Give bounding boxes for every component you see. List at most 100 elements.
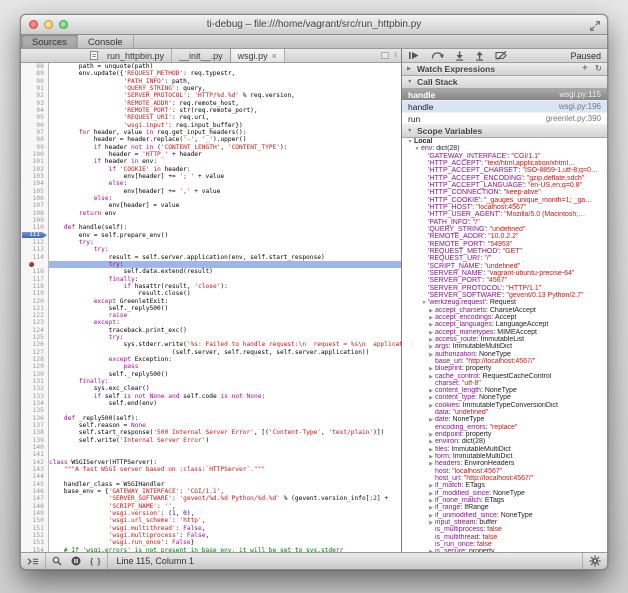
- expander-closed-icon[interactable]: ▶: [427, 483, 435, 489]
- scope-tree-row[interactable]: ▶content_length: NoneType: [402, 387, 607, 394]
- scope-tree-row[interactable]: ▶date: NoneType: [402, 416, 607, 423]
- scope-tree-row[interactable]: ▶args: ImmutableMultiDict: [402, 343, 607, 350]
- code-editor[interactable]: 8889909192939495969798991001011021031041…: [21, 63, 401, 552]
- code-line: result.close(): [49, 290, 401, 297]
- variable-name: 'HTTP_USER_AGENT': [428, 211, 500, 218]
- scope-tree-row[interactable]: ▶accept_mimetypes: MIMEAccept: [402, 329, 607, 336]
- scope-tree-row: 'SERVER_NAME': "vagrant-ubuntu-precise-6…: [402, 270, 607, 277]
- expander-closed-icon[interactable]: ▶: [427, 417, 435, 423]
- minimize-window-button[interactable]: [44, 20, 53, 29]
- scope-tree-row[interactable]: ▶accept_encodings: Accept: [402, 314, 607, 321]
- variable-value: buffer: [479, 519, 497, 526]
- watch-expressions-header[interactable]: ▶ Watch Expressions + ↻: [402, 63, 607, 76]
- code-line: (self.server, self.request, self.server.…: [49, 349, 401, 356]
- variable-name: 'REQUEST_METHOD': [428, 248, 499, 255]
- chevron-down-icon: ▼: [407, 128, 414, 134]
- scope-tree-row[interactable]: ▶cookies: ImmutableTypeConversionDict: [402, 402, 607, 409]
- tab-overflow-box-icon[interactable]: [381, 52, 389, 59]
- expander-closed-icon[interactable]: ▶: [427, 461, 435, 467]
- scope-tree-row[interactable]: ▶accept_charsets: CharsetAccept: [402, 307, 607, 314]
- panel-tab-console[interactable]: Console: [78, 35, 134, 48]
- line-number[interactable]: 110: [21, 224, 48, 231]
- scope-tree-row[interactable]: ▼'werkzeug.request': Request: [402, 299, 607, 306]
- scope-tree-row[interactable]: ▶cache_control: RequestCacheControl: [402, 373, 607, 380]
- scope-variables-header[interactable]: ▼ Scope Variables: [402, 125, 607, 138]
- scope-tree-row[interactable]: ▶blueprint: property: [402, 365, 607, 372]
- add-watch-button[interactable]: +: [582, 65, 588, 73]
- scope-tree-row[interactable]: ▶content_type: NoneType: [402, 394, 607, 401]
- call-stack-header[interactable]: ▼ Call Stack: [402, 76, 607, 89]
- scope-tree-row[interactable]: ▶accept_languages: LanguageAccept: [402, 321, 607, 328]
- close-window-button[interactable]: [29, 20, 38, 29]
- panel-tab-sources[interactable]: Sources: [21, 35, 78, 48]
- continue-button[interactable]: [408, 51, 420, 60]
- toggle-breakpoints-button[interactable]: [495, 51, 508, 60]
- scope-tree-row[interactable]: ▶endpoint: property: [402, 431, 607, 438]
- expander-closed-icon[interactable]: ▶: [427, 330, 435, 336]
- scope-tree-row[interactable]: ▶if_none_match: ETags: [402, 497, 607, 504]
- scope-tree-row[interactable]: ▶if_match: ETags: [402, 482, 607, 489]
- expander-closed-icon[interactable]: ▶: [427, 395, 435, 401]
- scope-tree-row[interactable]: ▶input_stream: buffer: [402, 519, 607, 526]
- variable-value: "http://localhost:4567/": [464, 475, 534, 482]
- scope-tree-row[interactable]: ▶authorization: NoneType: [402, 351, 607, 358]
- scope-tree-row[interactable]: ▶form: ImmutableMultiDict: [402, 453, 607, 460]
- variable-value: NoneType: [501, 512, 533, 519]
- variable-value: NoneType: [493, 490, 525, 497]
- file-tab-run_httpbin.py[interactable]: run_httpbin.py: [100, 49, 172, 62]
- code-line: 'SCRIPT_NAME': '',: [49, 503, 401, 510]
- close-tab-icon[interactable]: ×: [272, 51, 277, 61]
- file-tab-wsgi.py[interactable]: wsgi.py×: [230, 49, 285, 62]
- code-line: class WSGIServer(HTTPServer):: [49, 459, 401, 466]
- expander-closed-icon[interactable]: ▶: [427, 366, 435, 372]
- line-number[interactable]: 154: [21, 547, 48, 552]
- expander-closed-icon[interactable]: ▶: [427, 344, 435, 350]
- step-into-button[interactable]: [455, 51, 464, 61]
- show-console-icon[interactable]: [21, 553, 45, 569]
- step-out-button[interactable]: [475, 51, 484, 61]
- frame-location: wsgi.py:196: [559, 102, 601, 111]
- refresh-watch-button[interactable]: ↻: [595, 64, 602, 74]
- scope-tree-row[interactable]: ▶if_unmodified_since: NoneType: [402, 512, 607, 519]
- line-number[interactable]: 114: [21, 254, 48, 261]
- variable-name: authorization: [435, 351, 475, 358]
- pause-on-exceptions-icon[interactable]: [68, 553, 84, 569]
- zoom-window-button[interactable]: [59, 20, 68, 29]
- expander-closed-icon[interactable]: ▶: [427, 322, 435, 328]
- expander-closed-icon[interactable]: ▶: [427, 505, 435, 511]
- code-line: traceback.print_exc(): [49, 327, 401, 334]
- settings-gear-icon[interactable]: [582, 553, 607, 569]
- tab-overflow-bars-icon[interactable]: ‖: [394, 52, 397, 59]
- expander-closed-icon[interactable]: ▶: [427, 439, 435, 445]
- expander-open-icon[interactable]: ▼: [420, 300, 428, 306]
- search-icon[interactable]: [46, 553, 68, 569]
- expander-spacer: [427, 527, 435, 533]
- call-stack-frame[interactable]: handlewsgi.py:115: [402, 89, 607, 101]
- expander-closed-icon[interactable]: ▶: [427, 374, 435, 380]
- scope-tree-row[interactable]: ▶access_route: ImmutableList: [402, 336, 607, 343]
- step-over-button[interactable]: [431, 51, 444, 60]
- scope-tree-row[interactable]: ▶environ: dict(28): [402, 438, 607, 445]
- scope-tree-row[interactable]: ▶if_range: IfRange: [402, 504, 607, 511]
- call-stack-frame[interactable]: handlewsgi.py:196: [402, 101, 607, 113]
- variable-value: ImmutableMultiDict: [451, 446, 511, 453]
- scope-tree-row[interactable]: ▼Local: [402, 138, 607, 145]
- pretty-print-icon[interactable]: { }: [84, 553, 107, 569]
- scope-tree-row: base_url: "http://localhost:4567/": [402, 358, 607, 365]
- scope-tree-row[interactable]: ▶if_modified_since: NoneType: [402, 490, 607, 497]
- scope-tree-row[interactable]: ▼env: dict(28): [402, 145, 607, 152]
- expander-closed-icon[interactable]: ▶: [427, 352, 435, 358]
- file-tab-__init__.py[interactable]: __init__.py: [172, 49, 231, 62]
- expander-closed-icon[interactable]: ▶: [427, 308, 435, 314]
- fullscreen-grip-icon[interactable]: [589, 19, 601, 37]
- variable-name: if_modified_since: [435, 490, 489, 497]
- scope-tree-row[interactable]: ▶headers: EnvironHeaders: [402, 460, 607, 467]
- expander-spacer: [420, 242, 428, 248]
- variable-value: "undefined": [484, 263, 520, 270]
- debugger-status-label: Paused: [570, 51, 601, 61]
- expander-open-icon[interactable]: ▼: [413, 146, 421, 152]
- scope-tree-row[interactable]: ▶files: ImmutableMultiDict: [402, 446, 607, 453]
- variable-name: 'HTTP_CONNECTION': [428, 189, 500, 196]
- file-navigator-icon[interactable]: [87, 49, 100, 62]
- call-stack-frame[interactable]: rungreenlet.py:390: [402, 113, 607, 125]
